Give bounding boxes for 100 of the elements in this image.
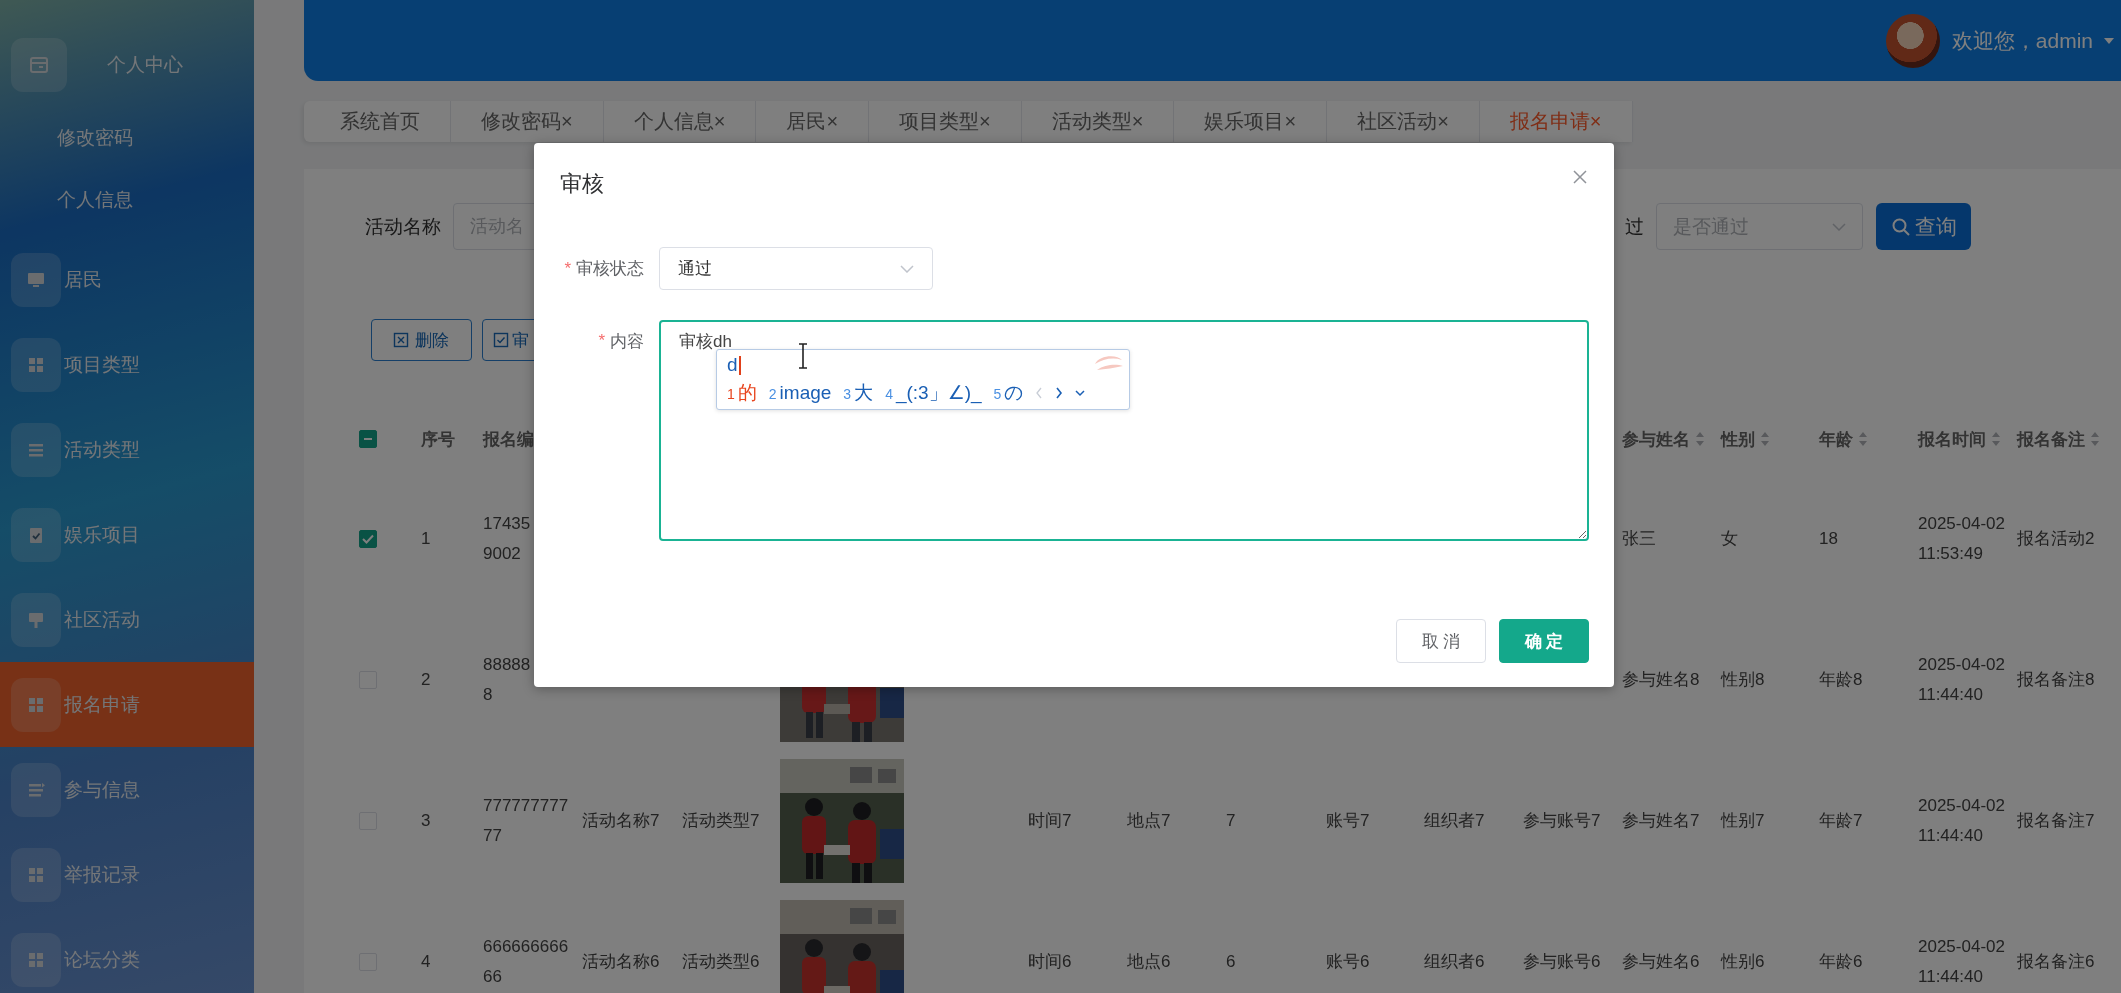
status-select[interactable]: 通过 bbox=[659, 247, 933, 290]
welcome-text[interactable]: 欢迎您，admin bbox=[1951, 26, 2093, 55]
previous-icon[interactable] bbox=[1035, 387, 1044, 399]
ime-candidate[interactable]: 5 の bbox=[993, 380, 1024, 406]
sort-icon[interactable] bbox=[1991, 431, 2001, 447]
ime-candidate[interactable]: 3 大 bbox=[843, 380, 874, 406]
page-tab[interactable]: 报名申请× bbox=[1479, 101, 1633, 142]
page-tab[interactable]: 居民× bbox=[756, 101, 870, 142]
table-cell-text: 报名备注6 bbox=[2017, 950, 2095, 973]
next-icon[interactable] bbox=[1055, 387, 1064, 399]
column-header[interactable]: 年龄 bbox=[1819, 427, 1868, 451]
table-cell-text: 17435 9002 bbox=[483, 512, 531, 565]
table-cell-text: 88888 8 bbox=[483, 653, 531, 706]
expand-icon[interactable] bbox=[1075, 389, 1086, 397]
page-tab[interactable]: 活动类型× bbox=[1021, 101, 1175, 142]
table-cell-text: 活动类型7 bbox=[682, 809, 760, 832]
table-cell-text: 账号6 bbox=[1326, 950, 1370, 973]
table-cell-text: 报名活动2 bbox=[2017, 527, 2095, 550]
table-cell-text: 66666666666 bbox=[483, 935, 570, 988]
table-cell-text: 7 bbox=[1226, 809, 1236, 832]
sort-icon[interactable] bbox=[1858, 431, 1868, 447]
table-cell-text: 4 bbox=[421, 950, 431, 973]
page-tab[interactable]: 修改密码× bbox=[451, 101, 604, 142]
table-cell-text: 年龄7 bbox=[1819, 809, 1863, 832]
chevron-down-icon bbox=[1832, 222, 1846, 231]
column-header: 报名编 bbox=[483, 428, 534, 451]
field-label: 活动名称 bbox=[365, 214, 441, 239]
field-label: 审核状态 bbox=[576, 258, 644, 280]
sidebar-item[interactable]: 参与信息 bbox=[0, 747, 254, 832]
table-cell-text: 3 bbox=[421, 809, 431, 832]
table-cell-text: 2 bbox=[421, 668, 431, 691]
table-cell-text: 2025-04-02 11:44:40 bbox=[1918, 935, 2006, 988]
table-cell-text: 活动名称6 bbox=[582, 950, 660, 973]
table-cell-text: 活动名称7 bbox=[582, 809, 660, 832]
table-cell-text: 性别8 bbox=[1721, 668, 1765, 691]
sidebar-item[interactable]: 报名申请 bbox=[0, 662, 254, 747]
field-label: 过 bbox=[1625, 214, 1644, 239]
page-tab[interactable]: 娱乐项目× bbox=[1174, 101, 1328, 142]
column-header[interactable]: 报名备注 bbox=[2017, 427, 2100, 451]
table-cell-text: 18 bbox=[1819, 527, 1838, 550]
required-mark: * bbox=[564, 258, 571, 279]
table-cell-text: 张三 bbox=[1622, 527, 1656, 550]
sidebar-item[interactable]: 项目类型 bbox=[0, 322, 254, 407]
ime-candidate[interactable]: 2 image bbox=[768, 382, 832, 404]
field-label: 内容 bbox=[610, 330, 644, 353]
table-cell-text: 组织者7 bbox=[1424, 809, 1485, 832]
close-icon[interactable] bbox=[1573, 170, 1587, 184]
ime-candidate[interactable]: 4_(:3」∠)_ bbox=[885, 380, 982, 406]
sidebar-item[interactable]: 居民 bbox=[0, 237, 254, 322]
table-cell-text: 参与姓名7 bbox=[1622, 809, 1700, 832]
check-box-icon bbox=[493, 332, 509, 348]
sidebar-item[interactable]: 活动类型 bbox=[0, 407, 254, 492]
column-header[interactable]: 参与姓名 bbox=[1622, 427, 1705, 451]
table-cell-text: 2025-04-02 11:53:49 bbox=[1918, 512, 2006, 565]
table-cell-text: 女 bbox=[1721, 527, 1738, 550]
row-checkbox[interactable] bbox=[359, 529, 377, 548]
table-cell-text: 1 bbox=[421, 527, 431, 550]
x-box-icon bbox=[393, 332, 409, 348]
table-cell-text: 活动类型6 bbox=[682, 950, 760, 973]
submenu-item[interactable]: 个人信息 bbox=[0, 169, 254, 231]
column-header[interactable]: 报名时间 bbox=[1918, 427, 2001, 451]
table-cell-text: 参与姓名8 bbox=[1622, 668, 1700, 691]
table-cell-text: 性别7 bbox=[1721, 809, 1765, 832]
table-cell-text: 时间7 bbox=[1028, 809, 1072, 832]
text-cursor-icon bbox=[797, 343, 809, 369]
page-tab[interactable]: 项目类型× bbox=[869, 101, 1022, 142]
search-button[interactable]: 查询 bbox=[1876, 203, 1971, 250]
search-icon bbox=[1890, 216, 1911, 237]
column-header[interactable]: 性别 bbox=[1721, 427, 1770, 451]
table-cell-text: 参与账号7 bbox=[1523, 809, 1601, 832]
page-tab[interactable]: 系统首页 bbox=[310, 101, 451, 142]
sidebar-item[interactable]: 社区活动 bbox=[0, 577, 254, 662]
select-all-checkbox[interactable] bbox=[359, 430, 377, 448]
table-cell-text: 时间6 bbox=[1028, 950, 1072, 973]
table-cell-text: 报名备注7 bbox=[2017, 809, 2095, 832]
cancel-button[interactable]: 取 消 bbox=[1396, 619, 1486, 663]
table-cell-text: 组织者6 bbox=[1424, 950, 1485, 973]
table-cell-text: 地点7 bbox=[1127, 809, 1171, 832]
caret-icon[interactable] bbox=[2103, 36, 2115, 45]
table-cell-text: 报名备注8 bbox=[2017, 668, 2095, 691]
confirm-button[interactable]: 确 定 bbox=[1499, 619, 1589, 663]
table-cell-text: 77777777777 bbox=[483, 794, 570, 847]
sort-icon[interactable] bbox=[1760, 431, 1770, 447]
sidebar-item[interactable]: 举报记录 bbox=[0, 832, 254, 917]
sidebar-item[interactable]: 论坛分类 bbox=[0, 917, 254, 993]
table-cell-text: 地点6 bbox=[1127, 950, 1171, 973]
minus-icon bbox=[364, 438, 372, 440]
chevron-down-icon bbox=[900, 264, 914, 273]
page-tab[interactable]: 个人信息× bbox=[603, 101, 757, 142]
ime-candidate[interactable]: 1 的 bbox=[727, 380, 757, 406]
sort-icon[interactable] bbox=[2090, 431, 2100, 447]
delete-button[interactable]: 删除 bbox=[371, 319, 472, 361]
table-cell-text: 性别6 bbox=[1721, 950, 1765, 973]
sidebar-item[interactable]: 娱乐项目 bbox=[0, 492, 254, 577]
page-tab[interactable]: 社区活动× bbox=[1327, 101, 1480, 142]
sidebar-item[interactable]: 个人中心 bbox=[0, 22, 254, 107]
table-cell-text: 年龄6 bbox=[1819, 950, 1863, 973]
table-cell-text: 参与账号6 bbox=[1523, 950, 1601, 973]
sort-icon[interactable] bbox=[1695, 431, 1705, 447]
submenu-item[interactable]: 修改密码 bbox=[0, 107, 254, 169]
